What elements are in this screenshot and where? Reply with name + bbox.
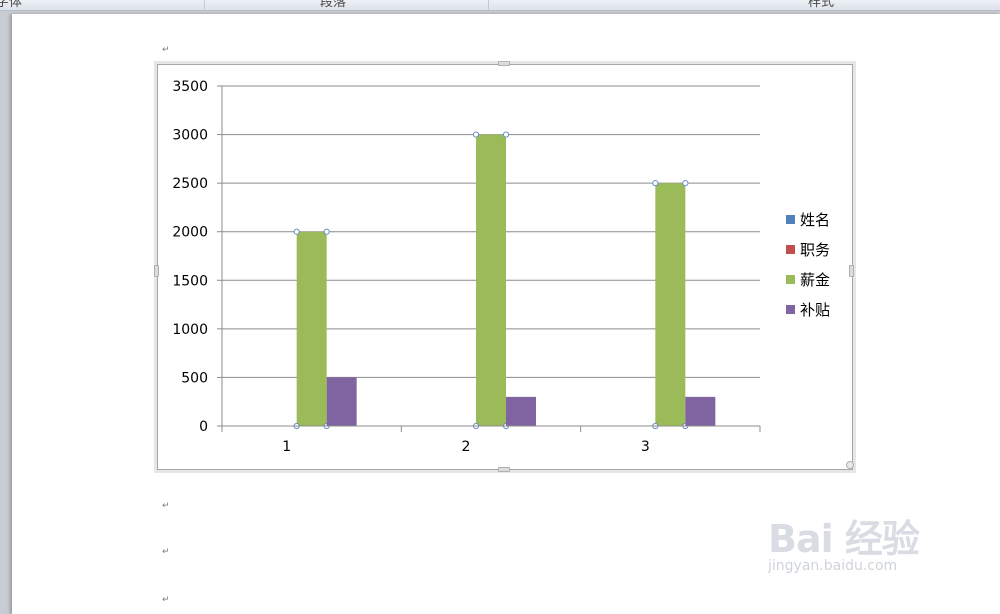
paragraph-mark: ↵ bbox=[162, 547, 170, 557]
x-tick-label: 1 bbox=[282, 439, 291, 455]
bar bbox=[655, 183, 686, 426]
watermark-url: jingyan.baidu.com bbox=[768, 558, 898, 574]
x-tick-label: 3 bbox=[641, 439, 650, 455]
resize-handle-top[interactable] bbox=[498, 61, 510, 66]
x-tick-label: 2 bbox=[462, 439, 471, 455]
watermark-brand: Bai 经验 bbox=[768, 517, 920, 561]
bar-chart: 0 500 1000 1500 2000 2500 3000 3500 1 2 3 姓名职务薪金补贴 bbox=[172, 79, 830, 455]
bar bbox=[296, 231, 327, 426]
ribbon-group-font[interactable]: 字体 bbox=[0, 0, 22, 10]
bar-selection-handle bbox=[472, 131, 480, 138]
resize-handle-left[interactable] bbox=[154, 265, 159, 277]
legend-label: 补贴 bbox=[800, 301, 830, 319]
legend-swatch bbox=[786, 215, 795, 224]
resize-handle-corner[interactable] bbox=[846, 461, 854, 469]
bar-selection-handle bbox=[502, 131, 510, 138]
paragraph-mark: ↵ bbox=[162, 501, 170, 511]
ribbon-group-paragraph[interactable]: 段落 bbox=[320, 0, 346, 10]
y-tick-label: 3500 bbox=[172, 79, 208, 95]
y-tick-label: 500 bbox=[181, 370, 208, 386]
y-tick-label: 1000 bbox=[172, 322, 208, 338]
paragraph-mark: ↵ bbox=[162, 45, 170, 55]
resize-handle-right[interactable] bbox=[849, 265, 854, 277]
embedded-chart[interactable]: 0 500 1000 1500 2000 2500 3000 3500 1 2 3 姓名职务薪金补贴 bbox=[154, 61, 856, 473]
bar bbox=[476, 134, 506, 427]
y-tick-label: 3000 bbox=[172, 128, 208, 144]
bar bbox=[685, 396, 716, 426]
legend-swatch bbox=[786, 305, 795, 314]
ribbon-separator bbox=[488, 0, 489, 10]
ribbon-group-labels: 字体 段落 样式 bbox=[0, 0, 1000, 11]
legend-label: 薪金 bbox=[800, 271, 830, 289]
baidu-jingyan-watermark: Bai 经验 jingyan.baidu.com bbox=[762, 494, 992, 584]
bar-selection-handle bbox=[293, 228, 300, 235]
y-tick-label: 2000 bbox=[172, 225, 208, 241]
bar-selection-handle bbox=[323, 228, 330, 235]
resize-handle-bottom[interactable] bbox=[498, 467, 510, 472]
legend-swatch bbox=[786, 275, 795, 284]
y-tick-label: 2500 bbox=[172, 176, 208, 192]
bar bbox=[326, 377, 357, 426]
bar-selection-handle bbox=[682, 180, 689, 187]
legend-swatch bbox=[786, 245, 795, 254]
legend-label: 职务 bbox=[800, 241, 830, 259]
y-tick-label: 1500 bbox=[172, 273, 208, 289]
bar-selection-handle bbox=[652, 180, 659, 187]
y-tick-label: 0 bbox=[199, 419, 208, 435]
ribbon-group-styles[interactable]: 样式 bbox=[808, 0, 834, 10]
legend-label: 姓名 bbox=[800, 211, 830, 229]
bar bbox=[506, 396, 536, 426]
ribbon-separator bbox=[204, 0, 205, 10]
